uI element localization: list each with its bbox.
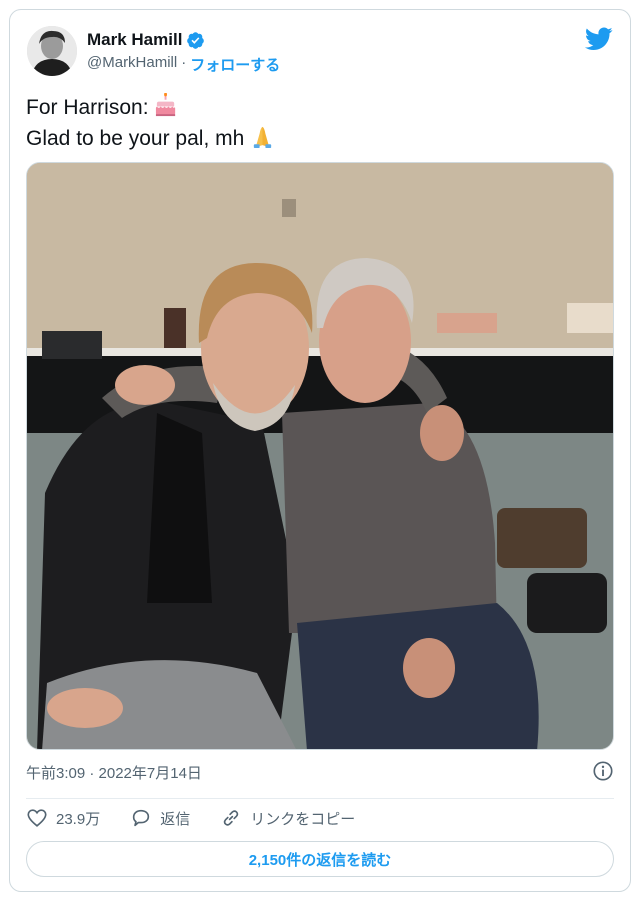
action-bar: 23.9万 返信 リンクをコピー: [26, 807, 385, 829]
tweet-photo[interactable]: [26, 162, 614, 750]
tweet-line-1: For Harrison:: [26, 92, 275, 123]
timestamp[interactable]: 午前3:09 · 2022年7月14日: [26, 762, 202, 783]
display-name[interactable]: Mark Hamill: [87, 30, 182, 50]
birthday-cake-emoji: [156, 93, 176, 117]
reply-label: 返信: [160, 810, 191, 828]
like-count: 23.9万: [56, 810, 101, 828]
tweet-line-2: Glad to be your pal, mh: [26, 123, 275, 154]
tweet-text: For Harrison: Glad to be your pal, mh: [26, 92, 275, 154]
speech-bubble-icon: [133, 809, 150, 827]
photo-two-men: [27, 163, 613, 749]
like-button[interactable]: 23.9万: [26, 807, 100, 829]
tweet-line-1-text: For Harrison:: [26, 96, 149, 119]
verified-badge-icon: [187, 31, 205, 49]
tweet-card: Mark Hamill @MarkHamill · フォローする For Har…: [9, 9, 631, 892]
avatar-photo: [27, 26, 77, 76]
copy-link-label: リンクをコピー: [250, 810, 356, 828]
name-row: Mark Hamill: [87, 30, 205, 50]
copy-link-button[interactable]: リンクをコピー: [220, 807, 355, 829]
heart-icon: [27, 809, 47, 827]
link-icon: [223, 810, 239, 826]
tweet-line-2-text: Glad to be your pal, mh: [26, 127, 245, 150]
folded-hands-emoji: [253, 126, 272, 149]
info-icon[interactable]: [592, 760, 614, 782]
follow-button[interactable]: フォローする: [190, 54, 280, 75]
handle[interactable]: @MarkHamill: [87, 54, 177, 75]
read-replies-button[interactable]: 2,150件の返信を読む: [26, 841, 614, 877]
avatar[interactable]: [27, 26, 77, 76]
handle-row: @MarkHamill · フォローする: [87, 54, 280, 75]
twitter-bird-icon[interactable]: [585, 27, 613, 51]
reply-button[interactable]: 返信: [130, 807, 190, 829]
divider: [26, 798, 614, 799]
separator: ·: [181, 54, 187, 71]
